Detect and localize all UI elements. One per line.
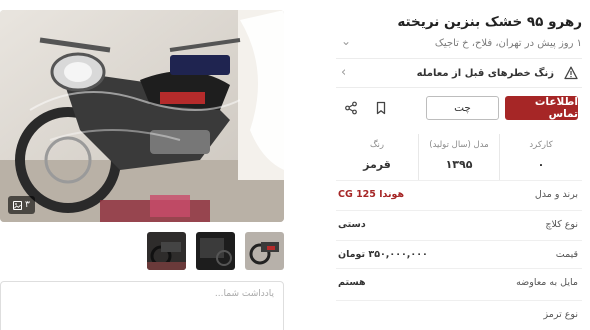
stat-value: قرمز	[363, 158, 391, 171]
stats-row: کارکرد ۰ مدل (سال تولید) ۱۳۹۵ رنگ قرمز	[336, 134, 582, 180]
chevron-down-icon[interactable]: ⌄	[341, 34, 351, 48]
main-photo[interactable]: ۳	[0, 10, 284, 222]
warning-label: زنگ خطرهای قبل از معامله	[416, 68, 554, 79]
info-label: قیمت	[555, 249, 578, 260]
info-value: ۳۵۰,۰۰۰,۰۰۰ تومان	[338, 249, 428, 260]
stat-value: ۰	[537, 158, 545, 171]
stat-mileage: کارکرد ۰	[500, 134, 582, 180]
note-box	[0, 281, 284, 330]
stat-model-year: مدل (سال تولید) ۱۳۹۵	[418, 134, 500, 180]
info-value: هستم	[338, 277, 366, 288]
info-row-price: قیمت ۳۵۰,۰۰۰,۰۰۰ تومان	[336, 240, 582, 270]
chat-button[interactable]: چت	[426, 96, 499, 120]
info-row-brand: برند و مدل هوندا CG 125	[336, 180, 582, 210]
motorcycle-photo	[0, 10, 284, 222]
gallery-icon	[13, 200, 22, 210]
photo-count-value: ۳	[25, 200, 30, 210]
stat-color: رنگ قرمز	[336, 134, 418, 180]
info-label: مایل به معاوضه	[516, 277, 578, 288]
chevron-left-icon: ‹	[341, 65, 347, 80]
info-label: برند و مدل	[534, 189, 578, 200]
stat-value: ۱۳۹۵	[445, 158, 473, 171]
ad-subtitle: ۱ روز پیش در تهران، فلاح، خ تاجیک	[434, 38, 582, 49]
info-row-clutch: نوع کلاچ دستی	[336, 210, 582, 240]
bookmark-icon[interactable]	[374, 101, 388, 115]
info-label: نوع ترمز	[543, 309, 578, 320]
photo-count-badge: ۳	[8, 196, 35, 214]
ad-details: رهرو ۹۵ خشک بنزین نریخته ۱ روز پیش در ته…	[336, 0, 582, 330]
info-row-brake: نوع ترمز	[336, 300, 582, 330]
ad-title: رهرو ۹۵ خشک بنزین نریخته	[397, 14, 582, 30]
info-row-exchange: مایل به معاوضه هستم	[336, 268, 582, 298]
info-label: نوع کلاچ	[545, 219, 578, 230]
stat-label: مدل (سال تولید)	[429, 140, 489, 150]
share-icon[interactable]	[344, 101, 358, 115]
warning-icon	[564, 66, 578, 80]
note-input[interactable]	[1, 282, 283, 330]
thumbnail-3[interactable]	[245, 232, 284, 270]
brand-model-link[interactable]: هوندا CG 125	[338, 189, 404, 200]
stat-label: رنگ	[369, 140, 385, 150]
info-value: دستی	[338, 219, 366, 230]
warning-row[interactable]: زنگ خطرهای قبل از معامله ‹	[336, 58, 582, 88]
thumbnail-1[interactable]	[147, 232, 186, 270]
thumbnail-2[interactable]	[196, 232, 235, 270]
stat-label: کارکرد	[529, 140, 553, 150]
contact-info-button[interactable]: اطلاعات تماس	[505, 96, 578, 120]
